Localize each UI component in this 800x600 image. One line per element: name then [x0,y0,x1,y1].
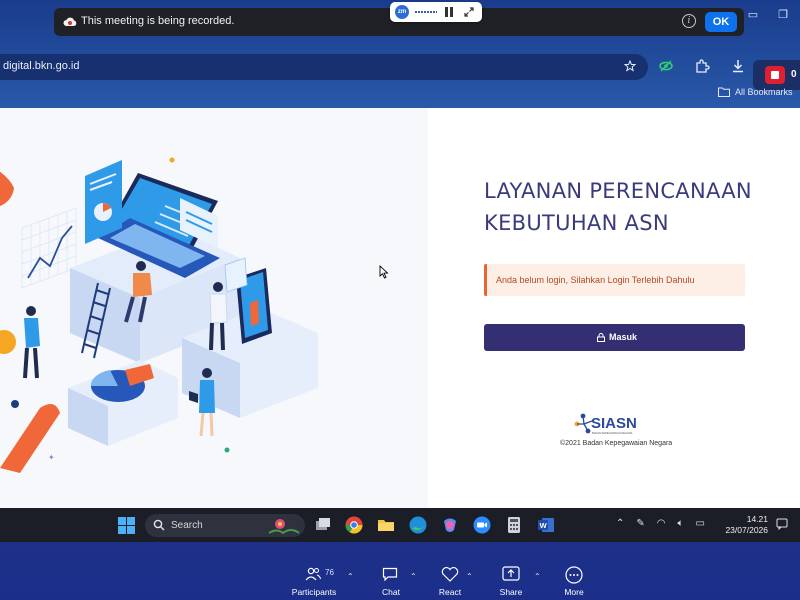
address-bar[interactable]: digital.bkn.go.id [0,54,648,80]
zoom-logo-icon: zm [395,5,409,19]
edge-icon[interactable] [408,515,428,535]
share-caret-icon[interactable]: ⌃ [534,572,541,581]
search-label: Search [171,520,203,531]
windows-taskbar: Search W ⌃ ✎ ◠ 🔈︎ ▭ 14.21 23/07/2026 [0,508,800,542]
login-button[interactable]: Masuk [484,324,745,351]
more-icon[interactable] [565,566,583,584]
decor-shape [0,404,60,473]
decor-dot [11,400,19,408]
chrome-icon[interactable] [344,515,364,535]
participants-icon[interactable] [305,567,321,581]
share-label[interactable]: Share [490,587,532,597]
siasn-logo-text: SIASN [591,415,637,432]
participants-label[interactable]: Participants [290,587,338,597]
siasn-logo-subtext: BADAN KEPEGAWAIAN NEGARA [592,431,633,435]
decor-shape [0,171,14,207]
record-stop-icon [765,66,785,84]
copilot-icon[interactable] [440,515,460,535]
page-title: LAYANAN PERENCANAAN KEBUTUHAN ASN [484,175,784,239]
svg-text:W: W [540,521,548,530]
restore-icon[interactable]: ❐ [776,8,790,22]
cloud-record-icon [63,17,77,26]
window-controls: ▭ ❐ [746,8,790,22]
participants-caret-icon[interactable]: ⌃ [347,572,354,581]
system-tray: ⌃ ✎ ◠ 🔈︎ ▭ [616,518,705,529]
minimize-icon[interactable]: ▭ [746,8,760,22]
chevron-up-icon[interactable]: ⌃ [616,518,624,529]
word-icon[interactable]: W [536,515,556,535]
lock-icon [597,333,605,342]
download-icon[interactable] [730,58,746,74]
chat-caret-icon[interactable]: ⌃ [410,572,417,581]
notification-icon[interactable] [776,518,788,530]
task-view-icon[interactable] [313,515,333,535]
copyright-text: ©2021 Badan Kepegawaian Negara [560,440,673,447]
recording-indicator-icon [415,11,437,13]
participants-count: 76 [325,568,334,577]
recording-message: This meeting is being recorded. [81,15,235,27]
isometric-illustration: ✦ [0,157,318,473]
page-title-line2: KEBUTUHAN ASN [484,211,669,235]
more-label[interactable]: More [553,587,595,597]
all-bookmarks-label: All Bookmarks [735,87,793,97]
decor-dot [0,330,16,354]
recording-extension-button[interactable]: 0 [753,60,800,90]
web-page: ✦ LAYANAN PERENCANAAN KEBUTUHAN ASN Anda… [0,108,800,508]
zoom-app-icon[interactable] [472,515,492,535]
clock-time: 14.21 [746,514,768,524]
expand-icon[interactable] [464,7,474,17]
pen-icon[interactable]: ✎ [636,518,644,529]
decor-dot [169,157,175,163]
decor-dot [224,447,230,453]
file-explorer-icon[interactable] [376,515,396,535]
siasn-logo: SIASN BADAN KEPEGAWAIAN NEGARA [574,413,637,435]
battery-icon[interactable]: ▭ [696,518,705,529]
page-title-line1: LAYANAN PERENCANAAN [484,179,752,203]
pause-icon[interactable] [445,7,453,17]
all-bookmarks-button[interactable]: All Bookmarks [718,87,793,97]
search-highlight-icon [268,519,300,535]
ok-button[interactable]: OK [705,12,737,32]
illustration-panel: ✦ [0,108,428,508]
svg-text:✦: ✦ [48,453,55,462]
clock-date: 23/07/2026 [725,525,768,535]
zoom-recording-widget[interactable]: zm [390,2,482,22]
folder-icon [718,87,730,97]
zoom-meeting-controls: 76 ⌃ Participants ⌃ Chat ⌃ React ⌃ Share… [0,542,800,600]
volume-icon[interactable]: 🔈︎ [678,518,684,529]
browser-toolbar [658,58,746,74]
bookmark-star-icon[interactable] [624,60,636,72]
login-alert: Anda belum login, Silahkan Login Terlebi… [484,264,745,296]
windows-start-icon[interactable] [118,517,135,534]
search-icon [153,519,165,531]
mouse-cursor-icon [379,265,389,279]
alert-message: Anda belum login, Silahkan Login Terlebi… [496,275,695,285]
login-panel: LAYANAN PERENCANAAN KEBUTUHAN ASN Anda b… [428,108,800,508]
extensions-puzzle-icon[interactable] [694,58,710,74]
url-text: digital.bkn.go.id [3,60,80,72]
taskbar-search[interactable]: Search [145,514,305,537]
react-heart-icon[interactable] [441,567,459,582]
react-caret-icon[interactable]: ⌃ [466,572,473,581]
react-label[interactable]: React [429,587,471,597]
info-icon[interactable]: i [682,14,696,28]
calculator-icon[interactable] [504,515,524,535]
chat-label[interactable]: Chat [370,587,412,597]
chat-icon[interactable] [382,567,398,581]
extension-badge: 0 [791,69,797,80]
taskbar-clock[interactable]: 14.21 23/07/2026 [722,514,768,536]
wifi-icon[interactable]: ◠ [657,518,666,529]
eye-extension-icon[interactable] [658,58,674,74]
share-screen-icon[interactable] [502,566,520,582]
login-button-label: Masuk [609,332,638,342]
person-figure [23,306,40,379]
